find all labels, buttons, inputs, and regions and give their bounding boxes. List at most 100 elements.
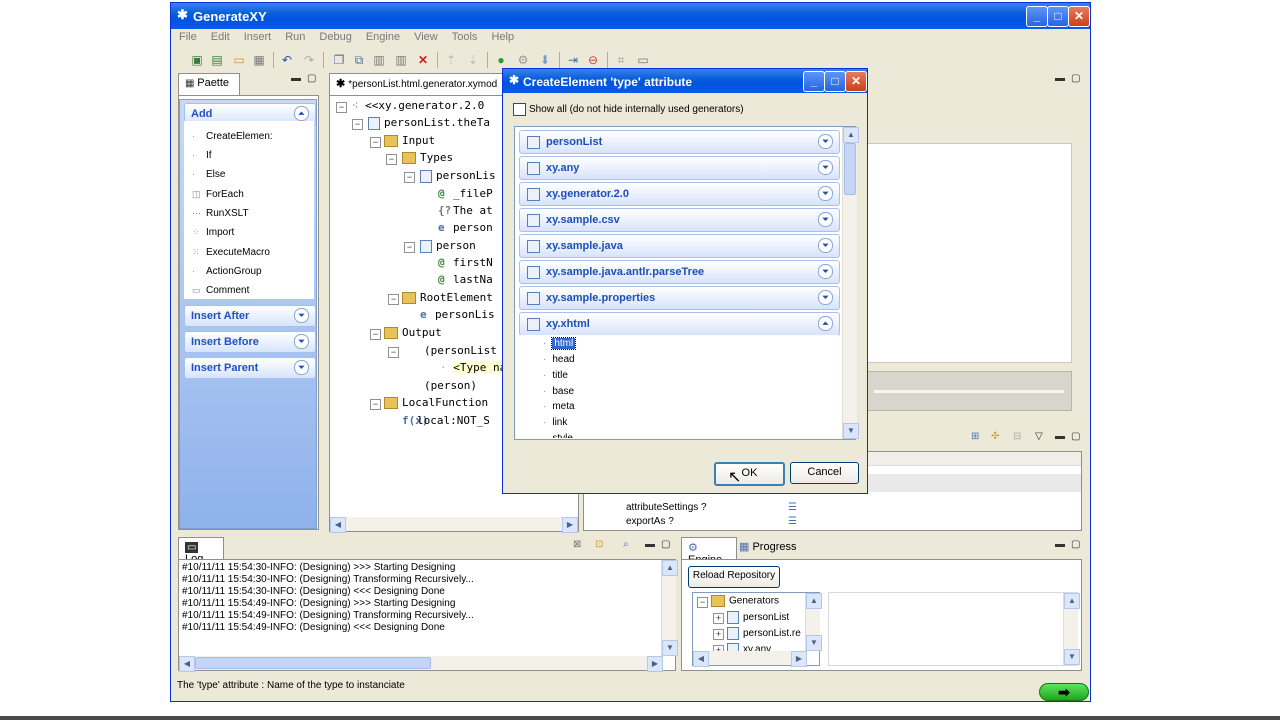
minimize-view-icon[interactable]: ▬	[645, 539, 655, 550]
maximize-button[interactable]: □	[1047, 6, 1069, 27]
list-group[interactable]: xy.xhtml ⏶	[519, 312, 840, 336]
tree-node[interactable]: e person	[438, 221, 493, 234]
menu-help[interactable]: Help	[483, 29, 520, 43]
scroll-left-icon[interactable]: ◀	[693, 651, 709, 667]
tree-node[interactable]: (person)	[424, 379, 477, 392]
tree-node[interactable]: f(x)local:NOT_S	[402, 414, 490, 427]
view-menu-icon[interactable]: ▽	[1035, 431, 1043, 442]
palette-item[interactable]: · ActionGroup	[192, 266, 262, 277]
tab-log[interactable]: ▭ Log	[178, 537, 224, 565]
scroll-up-icon[interactable]: ▲	[662, 560, 678, 576]
tree-node[interactable]: (personList	[424, 344, 497, 357]
minimize-view-icon[interactable]: ▬	[1055, 73, 1065, 84]
tree-node[interactable]: Types	[402, 151, 453, 164]
scroll-right-icon[interactable]: ▶	[562, 517, 578, 533]
list-group[interactable]: xy.any ⏷	[519, 156, 840, 180]
tree-node[interactable]: Input	[384, 134, 435, 147]
list-item[interactable]: · head	[543, 354, 575, 365]
palette-item[interactable]: · If	[192, 150, 212, 161]
tab-editor[interactable]: ✱ *personList.html.generator.xymod	[329, 73, 507, 95]
tab-progress[interactable]: ▦ Progress	[739, 540, 797, 553]
menu-debug[interactable]: Debug	[311, 29, 357, 43]
expand-icon[interactable]: ⏷	[818, 134, 833, 149]
expand-icon[interactable]: ⏷	[818, 212, 833, 227]
list-group[interactable]: xy.sample.csv ⏷	[519, 208, 840, 232]
palette-group-insert-before[interactable]: Insert Before ⏷	[184, 331, 316, 353]
list-group[interactable]: personList ⏷	[519, 130, 840, 154]
list-vscrollbar[interactable]: ▲ ▼	[842, 127, 859, 439]
reload-repository-button[interactable]: Reload Repository	[688, 566, 780, 588]
expand-icon[interactable]: ⏷	[818, 160, 833, 175]
show-all-checkbox[interactable]	[513, 103, 526, 116]
menu-view[interactable]: View	[406, 29, 444, 43]
undo-icon[interactable]: ↶	[279, 52, 295, 68]
close-button[interactable]: ✕	[1068, 6, 1090, 27]
expand-toggle[interactable]: −	[370, 399, 381, 410]
tab-engine[interactable]: ⚙ Engine	[681, 537, 737, 566]
scroll-up-icon[interactable]: ▲	[806, 593, 822, 609]
tree-node[interactable]: e personLis	[420, 308, 495, 321]
list-item[interactable]: ·style	[543, 433, 573, 438]
palette-item[interactable]: ◫ ForEach	[192, 189, 244, 200]
menu-file[interactable]: File	[171, 29, 203, 43]
list-icon[interactable]: ☰	[788, 516, 797, 527]
tree-node[interactable]: personList.theTa	[368, 116, 490, 130]
log-hscrollbar[interactable]: ◀ ▶	[179, 656, 663, 672]
maximize-view-icon[interactable]: ▢	[1071, 431, 1080, 442]
list-item[interactable]: · title	[543, 370, 568, 381]
expand-icon[interactable]: ⏷	[818, 238, 833, 253]
move-up-icon[interactable]: ⇡	[443, 52, 459, 68]
expand-icon[interactable]: ⏷	[294, 308, 309, 323]
collapse-icon[interactable]: ⏶	[818, 316, 833, 331]
maximize-view-icon[interactable]: ▢	[1071, 73, 1080, 84]
expand-toggle[interactable]: −	[352, 119, 363, 130]
tab-palette[interactable]: ▦ Paette	[178, 73, 240, 95]
scroll-up-icon[interactable]: ▲	[843, 127, 859, 143]
expand-icon[interactable]: ⏷	[294, 360, 309, 375]
tree-node[interactable]: RootElement	[402, 291, 493, 304]
scroll-up-icon[interactable]: ▲	[1064, 593, 1080, 609]
tree-node[interactable]: Generators	[711, 595, 779, 607]
maximize-view-icon[interactable]: ▢	[1071, 539, 1080, 550]
dialog-titlebar[interactable]: ✱ CreateElement 'type' attribute _ □ ✕	[503, 69, 867, 93]
expand-toggle[interactable]: −	[388, 294, 399, 305]
scroll-left-icon[interactable]: ◀	[330, 517, 346, 533]
console-icon[interactable]: ▭	[635, 52, 651, 68]
log-vscrollbar[interactable]: ▲ ▼	[661, 560, 678, 656]
list-group[interactable]: xy.sample.java ⏷	[519, 234, 840, 258]
menu-insert[interactable]: Insert	[236, 29, 278, 43]
palette-item[interactable]: · CreateElemen:	[192, 131, 273, 142]
expand-toggle[interactable]: −	[404, 172, 415, 183]
menu-engine[interactable]: Engine	[358, 29, 406, 43]
tree-node[interactable]: ⁖ <<xy.generator.2.0	[352, 99, 484, 112]
palette-item[interactable]: ⁙ ExecuteMacro	[192, 247, 270, 258]
open-folder-icon[interactable]: ▭	[231, 52, 247, 68]
run-icon[interactable]: ⇥	[565, 52, 581, 68]
list-icon[interactable]: ☰	[788, 502, 797, 513]
tree-node[interactable]: person	[420, 239, 476, 253]
maximize-view-icon[interactable]: ▢	[661, 539, 670, 550]
expand-toggle[interactable]: +	[713, 629, 724, 640]
scroll-down-icon[interactable]: ▼	[806, 635, 822, 651]
tree-node[interactable]: personLis	[420, 169, 496, 183]
expand-toggle[interactable]: −	[697, 597, 708, 608]
palette-item[interactable]: · Else	[192, 169, 225, 180]
redo-icon[interactable]: ↷	[301, 52, 317, 68]
new-generator-icon[interactable]: ▤	[209, 52, 225, 68]
tree-node[interactable]: @ _fileP	[438, 187, 493, 200]
menu-tools[interactable]: Tools	[444, 29, 484, 43]
scroll-thumb[interactable]	[195, 657, 431, 669]
dialog-maximize-button[interactable]: □	[824, 71, 846, 92]
expand-icon[interactable]: ⏷	[818, 186, 833, 201]
expand-toggle[interactable]: −	[386, 154, 397, 165]
validate-icon[interactable]: ●	[493, 52, 509, 68]
debug-icon[interactable]: ⌗	[613, 52, 629, 68]
next-arrow-button[interactable]: ➡	[1039, 683, 1089, 701]
search-icon[interactable]: ⌕	[623, 539, 629, 550]
tree-node[interactable]: @ lastNa	[438, 273, 493, 286]
copy-icon[interactable]: ❐	[331, 52, 347, 68]
generators-hscrollbar[interactable]: ◀ ▶	[693, 651, 807, 667]
tree-node[interactable]: {? The at	[438, 204, 493, 217]
delete-icon[interactable]: ✕	[415, 52, 431, 68]
scroll-down-icon[interactable]: ▼	[662, 640, 678, 656]
